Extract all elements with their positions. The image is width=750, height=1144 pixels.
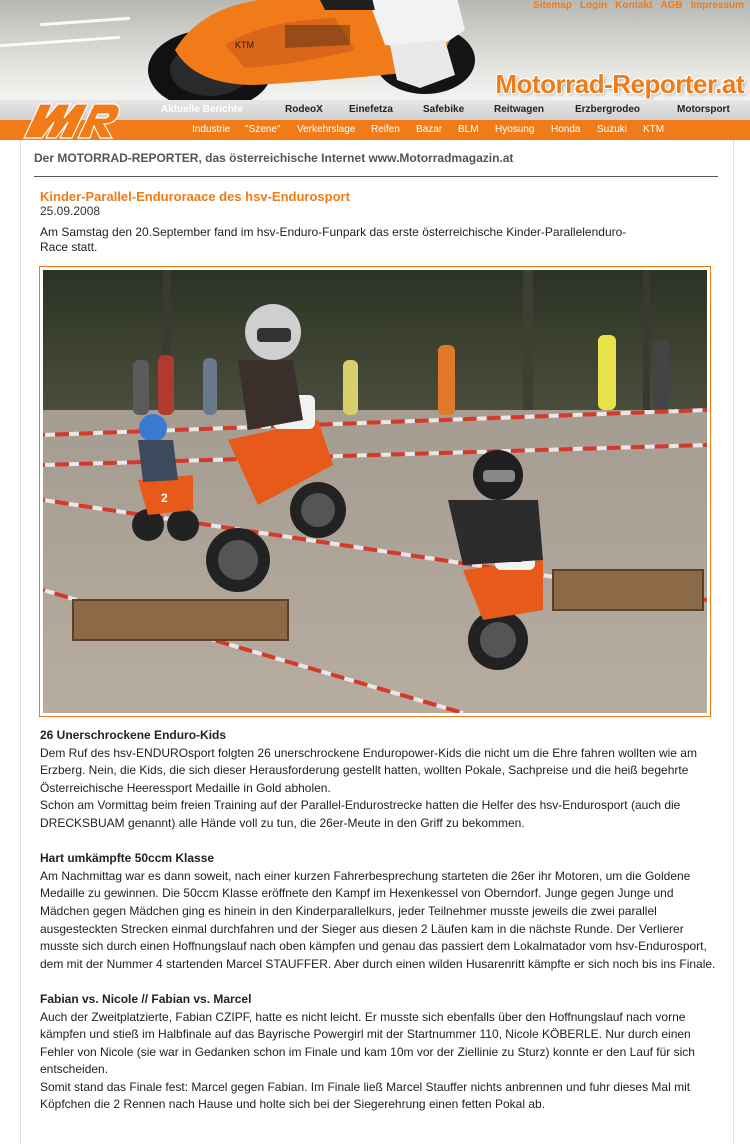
divider	[34, 176, 718, 177]
paragraph: Auch der Zweitplatzierte, Fabian CZIPF, …	[40, 1009, 695, 1077]
nav-suzuki[interactable]: Suzuki	[597, 124, 627, 135]
top-links-bar: Sitemap Login Kontakt AGB Impressum	[525, 0, 744, 11]
nav-motorsport[interactable]: Motorsport	[677, 104, 730, 115]
article-body: 26 Unerschrockene Enduro-Kids Dem Ruf de…	[40, 727, 722, 1114]
paragraph: Somit stand das Finale fest: Marcel gege…	[40, 1079, 691, 1112]
nav-honda[interactable]: Honda	[551, 124, 580, 135]
paragraph: Am Nachmittag war es dann soweit, nach e…	[40, 868, 716, 971]
paragraph: Dem Ruf des hsv-ENDUROsport folgten 26 u…	[40, 745, 697, 795]
nav-hyosung[interactable]: Hyosung	[495, 124, 534, 135]
nav-einefetza[interactable]: Einefetza	[349, 104, 393, 115]
enduro-race-photo: 4 12 2	[43, 270, 707, 713]
article-lead: Am Samstag den 20.September fand im hsv-…	[40, 225, 627, 254]
plate-number-2: 2	[161, 491, 168, 505]
link-sitemap[interactable]: Sitemap	[533, 0, 572, 11]
nav-industrie[interactable]: Industrie	[192, 124, 230, 135]
section-heading: Hart umkämpfte 50ccm Klasse	[40, 851, 215, 866]
mr-logo[interactable]	[22, 100, 122, 140]
link-impressum[interactable]: Impressum	[691, 0, 744, 11]
article-title[interactable]: Kinder-Parallel-Enduroraace des hsv-Endu…	[40, 189, 350, 204]
nav-reifen[interactable]: Reifen	[371, 124, 400, 135]
nav-safebike[interactable]: Safebike	[423, 104, 464, 115]
section-heading: 26 Unerschrockene Enduro-Kids	[40, 728, 227, 742]
site-title[interactable]: Motorrad-Reporter.at	[495, 69, 744, 100]
article-date: 25.09.2008	[40, 204, 101, 218]
paragraph: Schon am Vormittag beim freien Training …	[40, 798, 681, 830]
section-heading: Fabian vs. Nicole // Fabian vs. Marcel	[40, 991, 252, 1006]
nav-erzbergrodeo[interactable]: Erzbergrodeo	[575, 104, 640, 115]
nav-reitwagen[interactable]: Reitwagen	[494, 104, 544, 115]
nav-ktm[interactable]: KTM	[643, 124, 664, 135]
svg-text:KTM: KTM	[235, 40, 254, 50]
road-marking	[40, 16, 130, 27]
nav-verkehrslage[interactable]: Verkehrslage	[297, 124, 355, 135]
intro-text: Der MOTORRAD-REPORTER, das österreichisc…	[34, 151, 514, 165]
nav-rodeox[interactable]: RodeoX	[285, 104, 323, 115]
link-login[interactable]: Login	[580, 0, 607, 11]
link-kontakt[interactable]: Kontakt	[615, 0, 652, 11]
article-photo: 4 12 2	[39, 266, 711, 717]
link-agb[interactable]: AGB	[660, 0, 682, 11]
road-marking	[0, 35, 120, 48]
nav-aktuelle-berichte[interactable]: Aktuelle Berichte	[161, 104, 243, 115]
motorcycle-rider-image: KTM	[148, 0, 475, 100]
nav-bazar[interactable]: Bazar	[416, 124, 442, 135]
header-banner: KTM Sitemap Login Kontakt AGB Impressum Moto…	[0, 0, 750, 100]
nav-blm[interactable]: BLM	[458, 124, 479, 135]
nav-szene[interactable]: "Szene"	[245, 124, 280, 135]
